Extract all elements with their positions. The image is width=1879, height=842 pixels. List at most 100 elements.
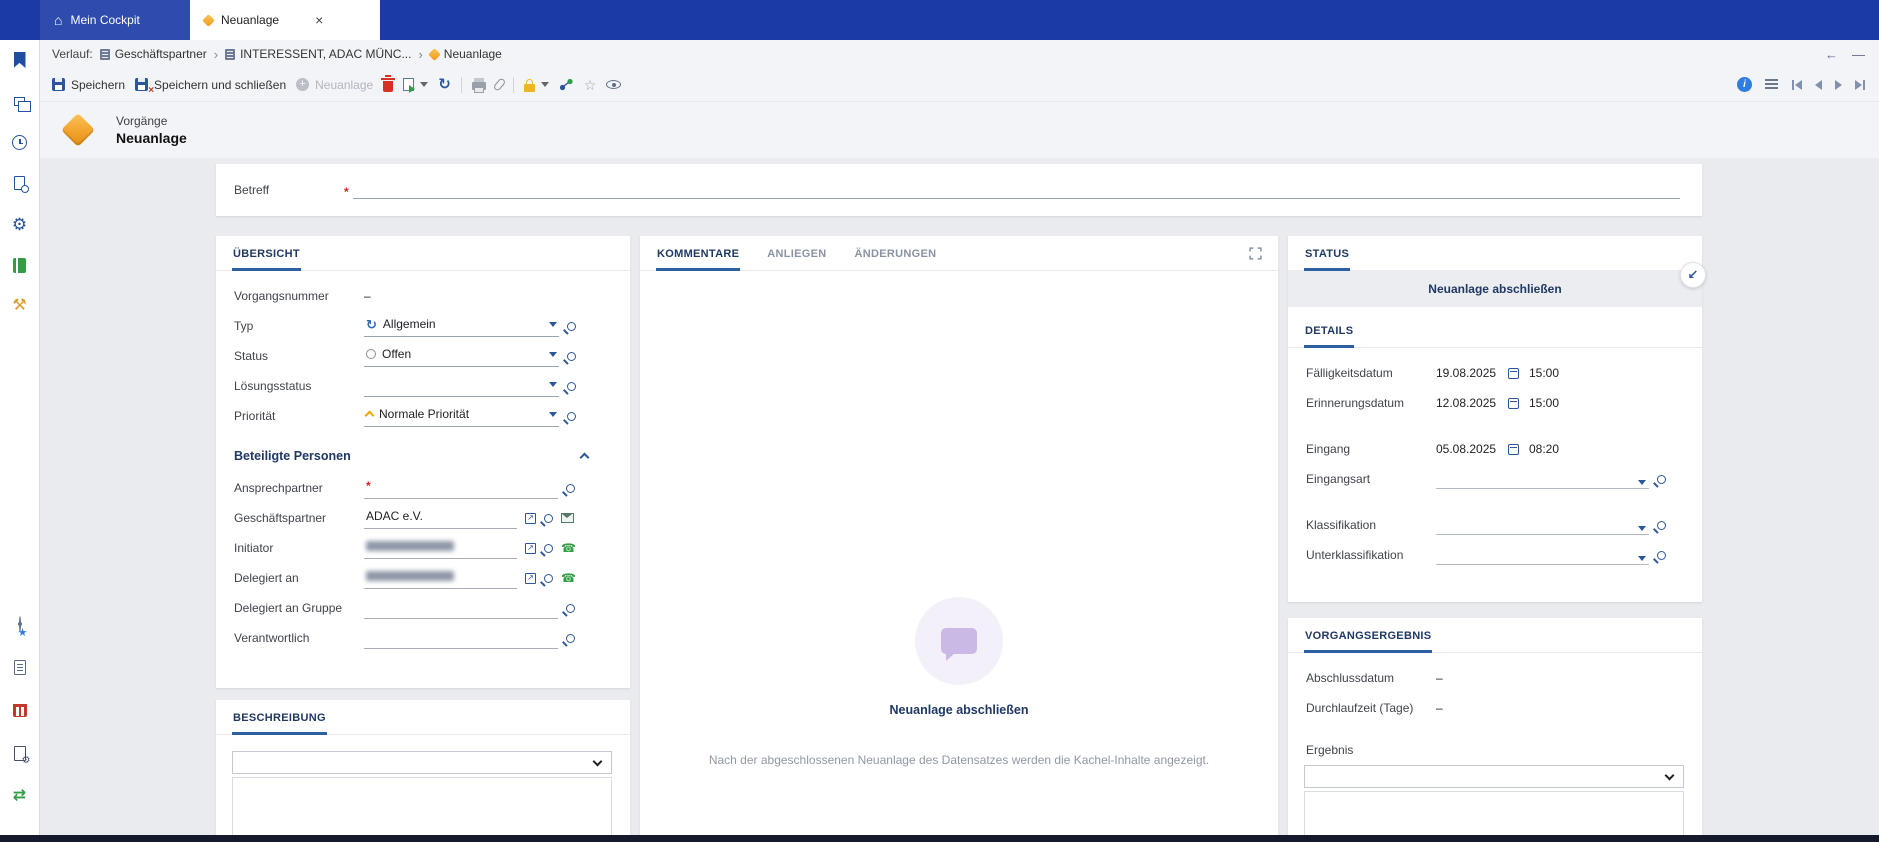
tab-beschreibung[interactable]: BESCHREIBUNG (232, 700, 327, 735)
dropdown-caret-icon[interactable] (549, 381, 557, 387)
unterklassifikation-input[interactable] (1436, 545, 1649, 565)
search-icon[interactable] (1657, 550, 1666, 560)
info-icon[interactable]: i (1737, 77, 1752, 92)
sidebar-calendar-button[interactable] (7, 698, 33, 722)
open-record-icon[interactable]: ↗ (525, 542, 536, 554)
neuanlage-abschliessen-button[interactable]: Neuanlage abschließen (1288, 271, 1702, 307)
calendar-icon[interactable] (1508, 367, 1519, 379)
date-value[interactable]: 12.08.2025 (1436, 396, 1508, 410)
search-icon[interactable] (544, 543, 553, 553)
tab-uebersicht[interactable]: ÜBERSICHT (232, 236, 301, 271)
dropdown-caret-icon[interactable] (1638, 480, 1646, 485)
attachment-button[interactable] (492, 77, 507, 92)
ansprechpartner-input[interactable]: * (364, 478, 558, 499)
view-list-icon[interactable] (1765, 78, 1779, 91)
previous-record-button[interactable] (1815, 79, 1822, 90)
breadcrumb-item-interessent[interactable]: INTERESSENT, ADAC MÜNC... (225, 47, 411, 61)
date-value[interactable]: 19.08.2025 (1436, 366, 1508, 380)
tab-details[interactable]: DETAILS (1304, 313, 1355, 348)
beschreibung-select[interactable] (232, 751, 612, 774)
klassifikation-input[interactable] (1436, 515, 1649, 535)
dropdown-caret-icon[interactable] (1638, 556, 1646, 561)
tab-status[interactable]: STATUS (1304, 236, 1351, 271)
next-record-button[interactable] (1835, 79, 1842, 90)
loesungsstatus-input[interactable] (364, 376, 559, 397)
search-icon[interactable] (544, 573, 553, 583)
convert-button[interactable] (403, 78, 429, 93)
verantwortlich-input[interactable] (364, 628, 558, 649)
search-icon[interactable] (544, 513, 553, 523)
sidebar-apps-button[interactable] (7, 89, 33, 113)
geschaeftspartner-input[interactable]: ADAC e.V. (364, 508, 517, 529)
dropdown-caret-icon[interactable] (1638, 526, 1646, 531)
collapse-panel-button[interactable]: ↙ (1680, 262, 1706, 288)
dropdown-caret-icon[interactable] (549, 321, 557, 327)
fullscreen-icon[interactable] (1249, 246, 1262, 260)
prioritaet-input[interactable]: Normale Priorität (364, 406, 559, 427)
watch-button[interactable] (606, 80, 622, 89)
phone-icon[interactable]: ☎ (561, 542, 576, 554)
delete-button[interactable] (381, 75, 396, 92)
eingangsart-input[interactable] (1436, 469, 1649, 489)
delegiert-an-gruppe-input[interactable] (364, 598, 558, 619)
collapse-chevron-icon[interactable] (579, 452, 590, 463)
calendar-icon[interactable] (1508, 397, 1519, 409)
ergebnis-select[interactable] (1304, 765, 1684, 788)
beschreibung-textarea[interactable] (232, 777, 612, 839)
sidebar-docsettings-button[interactable]: ⚙ (7, 741, 33, 765)
tab-kommentare[interactable]: KOMMENTARE (656, 236, 741, 271)
time-value[interactable]: 08:20 (1529, 442, 1559, 456)
open-record-icon[interactable]: ↗ (525, 512, 536, 524)
search-icon[interactable] (567, 381, 576, 391)
permissions-button[interactable] (523, 78, 549, 92)
open-record-icon[interactable]: ↗ (525, 572, 536, 584)
breadcrumb-item-neuanlage[interactable]: Neuanlage (427, 47, 502, 61)
typ-input[interactable]: ↻ Allgemein (364, 316, 559, 337)
date-value[interactable]: 05.08.2025 (1436, 442, 1508, 456)
sidebar-tools-button[interactable]: ⚒ (7, 294, 33, 318)
sidebar-addressbook-button[interactable] (7, 253, 33, 277)
search-icon[interactable] (567, 411, 576, 421)
search-icon[interactable] (566, 603, 575, 613)
search-icon[interactable] (1657, 520, 1666, 530)
print-button[interactable] (471, 78, 486, 93)
minimize-icon[interactable]: — (1852, 47, 1865, 62)
search-icon[interactable] (567, 321, 576, 331)
tab-mein-cockpit[interactable]: ⌂ Mein Cockpit (40, 0, 190, 40)
time-value[interactable]: 15:00 (1529, 396, 1559, 410)
initiator-input[interactable] (364, 538, 517, 559)
favorite-button[interactable]: ☆ (584, 78, 597, 92)
sidebar-notes-button[interactable] (7, 655, 33, 679)
save-and-close-button[interactable]: × Speichern und schließen (135, 78, 286, 96)
calendar-icon[interactable] (1508, 443, 1519, 455)
dropdown-caret-icon[interactable] (549, 411, 557, 417)
breadcrumb-item-geschaeftspartner[interactable]: Geschäftspartner (99, 47, 207, 61)
refresh-button[interactable]: ↻ (438, 77, 451, 92)
search-icon[interactable] (1657, 474, 1666, 484)
dock-back-icon[interactable]: ← (1825, 47, 1838, 62)
dropdown-caret-icon[interactable] (549, 351, 557, 357)
delegiert-an-input[interactable] (364, 568, 517, 589)
phone-icon[interactable]: ☎ (561, 572, 576, 584)
sidebar-watch-button[interactable]: ★ (7, 612, 33, 639)
close-tab-icon[interactable]: × (315, 13, 323, 27)
ergebnis-textarea[interactable] (1304, 791, 1684, 837)
email-icon[interactable] (561, 513, 574, 523)
save-button[interactable]: Speichern (52, 78, 125, 92)
search-icon[interactable] (566, 633, 575, 643)
tab-vorgangsergebnis[interactable]: VORGANGSERGEBNIS (1304, 618, 1433, 653)
tab-neuanlage[interactable]: Neuanlage × (190, 0, 380, 40)
sidebar-settings-button[interactable]: ⚙ (7, 212, 33, 236)
time-value[interactable]: 15:00 (1529, 366, 1559, 380)
last-record-button[interactable] (1855, 79, 1865, 90)
tab-aenderungen[interactable]: ÄNDERUNGEN (853, 236, 937, 270)
sidebar-history-button[interactable] (7, 130, 33, 154)
sidebar-search-button[interactable] (7, 171, 33, 195)
first-record-button[interactable] (1792, 79, 1802, 90)
status-input[interactable]: Offen (364, 346, 559, 367)
tab-anliegen[interactable]: ANLIEGEN (766, 236, 827, 270)
link-button[interactable] (559, 78, 574, 91)
sidebar-sync-button[interactable]: ⇄ (7, 784, 33, 808)
sidebar-favorites-button[interactable] (7, 48, 33, 72)
search-icon[interactable] (566, 483, 575, 493)
